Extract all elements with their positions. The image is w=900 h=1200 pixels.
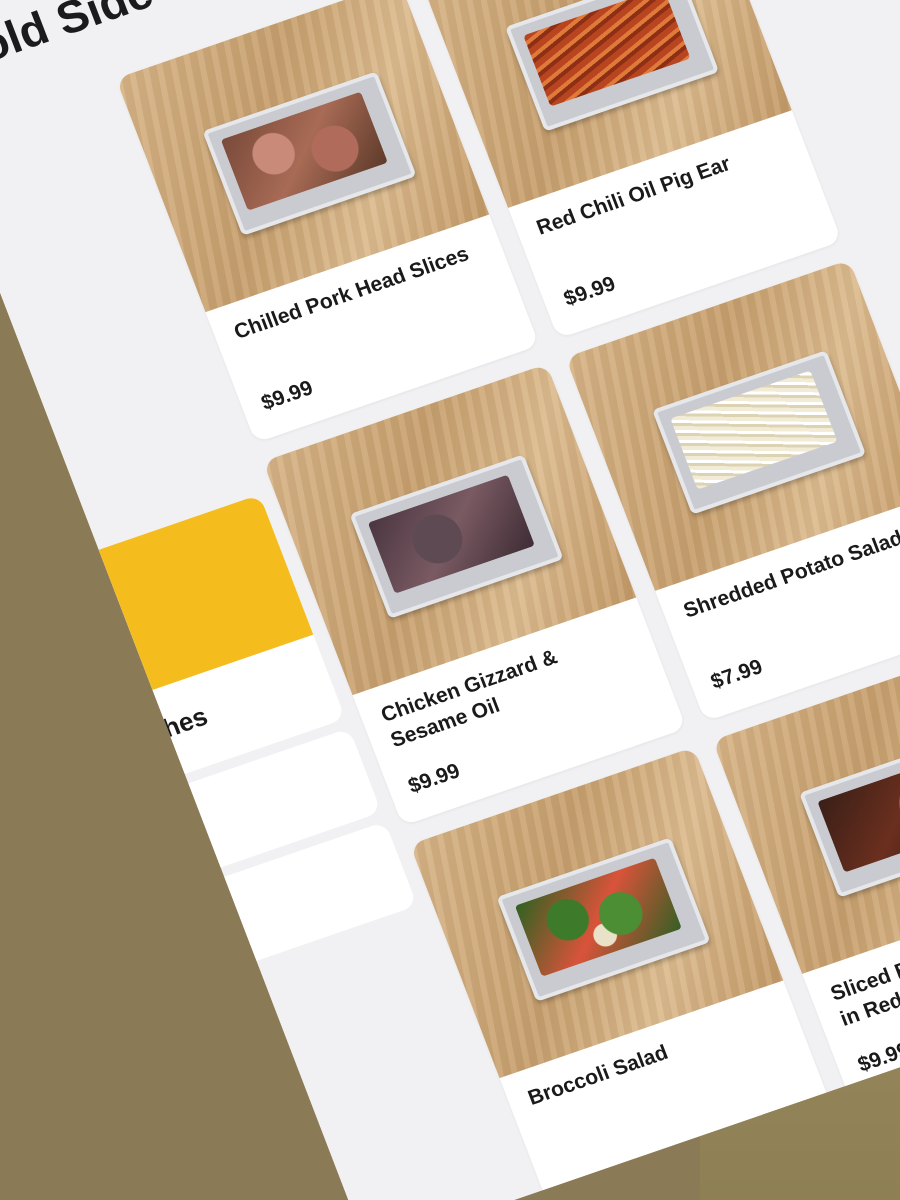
category-sidebar: Dishes g k — [42, 488, 418, 981]
kiosk-display: old Side Dishes Dishes g k — [0, 0, 900, 1200]
product-price: $9.99 — [405, 759, 464, 798]
product-price: $9.99 — [258, 376, 317, 415]
photo-scene: old Side Dishes Dishes g k — [0, 0, 900, 1200]
category-tile[interactable]: k — [167, 821, 418, 981]
category-label: g — [157, 820, 184, 854]
category-label: k — [193, 914, 218, 948]
category-banner — [42, 494, 314, 710]
product-price: $7.99 — [707, 655, 766, 694]
kiosk-screen: old Side Dishes Dishes g k — [0, 0, 900, 1200]
product-price: $9.99 — [560, 272, 619, 311]
category-label: Dishes — [120, 700, 212, 757]
